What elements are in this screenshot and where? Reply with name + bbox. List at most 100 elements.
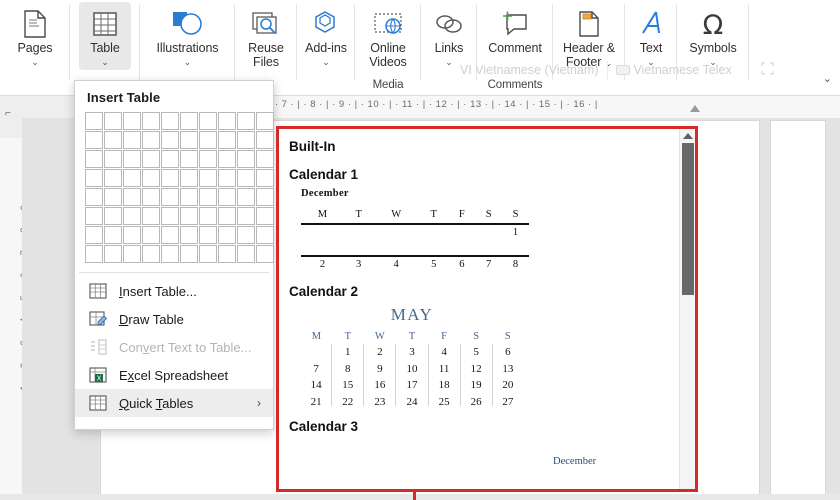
table-grid-cell[interactable] xyxy=(104,245,122,263)
chevron-down-icon[interactable]: ⌄ xyxy=(101,57,109,67)
table-grid-cell[interactable] xyxy=(199,188,217,206)
collapse-ribbon-button[interactable]: ⌄ xyxy=(823,72,832,85)
table-grid-cell[interactable] xyxy=(237,150,255,168)
calendar2-preview[interactable]: MAY MTWTFSS 1 2 3 4 5 6 7 8 9 10 11 12 13 14 15 16 17 18 1… xyxy=(301,305,679,406)
table-grid-cell[interactable] xyxy=(180,207,198,225)
table-grid-cell[interactable] xyxy=(123,150,141,168)
table-grid-cell[interactable] xyxy=(142,131,160,149)
table-grid-cell[interactable] xyxy=(123,131,141,149)
symbols-button[interactable]: Ω Symbols ⌄ xyxy=(683,2,742,70)
table-grid-cell[interactable] xyxy=(237,207,255,225)
chevron-down-icon[interactable]: ⌄ xyxy=(445,57,453,67)
table-grid-cell[interactable] xyxy=(85,207,103,225)
table-grid-cell[interactable] xyxy=(142,188,160,206)
table-grid-cell[interactable] xyxy=(256,131,274,149)
menu-item-draw-table[interactable]: Draw Table xyxy=(75,305,273,333)
table-grid-cell[interactable] xyxy=(199,245,217,263)
table-grid-cell[interactable] xyxy=(218,226,236,244)
table-grid-cell[interactable] xyxy=(199,169,217,187)
table-grid-cell[interactable] xyxy=(85,188,103,206)
table-grid-cell[interactable] xyxy=(256,207,274,225)
table-grid-cell[interactable] xyxy=(161,112,179,130)
menu-item-insert-table[interactable]: Insert Table... xyxy=(75,277,273,305)
table-grid-cell[interactable] xyxy=(180,169,198,187)
online-videos-button[interactable]: Online Videos xyxy=(355,2,421,72)
table-grid-cell[interactable] xyxy=(104,112,122,130)
table-grid-cell[interactable] xyxy=(123,188,141,206)
chevron-down-icon[interactable]: ⌄ xyxy=(31,57,39,67)
table-grid-cell[interactable] xyxy=(218,245,236,263)
menu-item-excel-spreadsheet[interactable]: X Excel Spreadsheet xyxy=(75,361,273,389)
table-grid-cell[interactable] xyxy=(123,245,141,263)
indent-marker[interactable] xyxy=(690,105,700,112)
table-grid-cell[interactable] xyxy=(180,226,198,244)
table-grid-cell[interactable] xyxy=(218,112,236,130)
menu-item-quick-tables[interactable]: Quick Tables › xyxy=(75,389,273,417)
table-grid-cell[interactable] xyxy=(104,169,122,187)
table-grid-cell[interactable] xyxy=(256,112,274,130)
table-grid-cell[interactable] xyxy=(123,226,141,244)
table-grid-cell[interactable] xyxy=(218,169,236,187)
table-grid-cell[interactable] xyxy=(180,188,198,206)
chevron-down-icon[interactable]: ⌄ xyxy=(184,57,192,67)
reuse-files-button[interactable]: Reuse Files xyxy=(235,2,297,72)
addins-button[interactable]: Add-ins ⌄ xyxy=(299,2,353,70)
chevron-down-icon[interactable]: ⌄ xyxy=(709,57,717,67)
table-grid-cell[interactable] xyxy=(123,169,141,187)
table-grid-cell[interactable] xyxy=(237,226,255,244)
table-grid-cell[interactable] xyxy=(180,245,198,263)
table-grid-cell[interactable] xyxy=(104,188,122,206)
table-grid-cell[interactable] xyxy=(161,150,179,168)
table-grid-cell[interactable] xyxy=(218,188,236,206)
table-grid-cell[interactable] xyxy=(199,112,217,130)
table-grid-cell[interactable] xyxy=(218,131,236,149)
document-page-next[interactable] xyxy=(770,120,826,500)
table-grid-cell[interactable] xyxy=(256,245,274,263)
chevron-down-icon[interactable]: ⌄ xyxy=(322,57,330,67)
table-grid-cell[interactable] xyxy=(237,169,255,187)
table-grid-cell[interactable] xyxy=(237,112,255,130)
table-grid-cell[interactable] xyxy=(142,169,160,187)
calendar1-preview[interactable]: December M T W T F S S 1 2 3 4 5 6 7 8 xyxy=(301,188,679,271)
table-grid-cell[interactable] xyxy=(85,112,103,130)
table-grid-cell[interactable] xyxy=(161,188,179,206)
table-grid-cell[interactable] xyxy=(104,150,122,168)
table-grid-cell[interactable] xyxy=(104,226,122,244)
vertical-ruler[interactable]: · · 1 · · 2 · · 3 · · 4 · · 5 · · 6 · · … xyxy=(0,118,22,500)
table-grid-cell[interactable] xyxy=(85,226,103,244)
comment-button[interactable]: Comment xyxy=(482,2,547,59)
table-grid-cell[interactable] xyxy=(218,207,236,225)
table-grid-cell[interactable] xyxy=(180,150,198,168)
table-grid-cell[interactable] xyxy=(85,169,103,187)
table-grid-cell[interactable] xyxy=(161,207,179,225)
table-grid-cell[interactable] xyxy=(237,245,255,263)
table-grid-cell[interactable] xyxy=(256,226,274,244)
table-grid-cell[interactable] xyxy=(199,226,217,244)
illustrations-button[interactable]: Illustrations ⌄ xyxy=(151,2,225,70)
table-grid-cell[interactable] xyxy=(104,207,122,225)
table-grid-cell[interactable] xyxy=(237,131,255,149)
pages-button[interactable]: Pages ⌄ xyxy=(9,2,61,70)
table-grid-cell[interactable] xyxy=(161,245,179,263)
chevron-down-icon[interactable]: ⌄ xyxy=(647,57,655,67)
scrollbar-thumb[interactable] xyxy=(682,143,694,295)
table-grid-cell[interactable] xyxy=(161,169,179,187)
table-grid-cell[interactable] xyxy=(142,226,160,244)
table-grid-cell[interactable] xyxy=(256,169,274,187)
table-grid-cell[interactable] xyxy=(85,245,103,263)
table-grid-cell[interactable] xyxy=(85,150,103,168)
table-grid-cell[interactable] xyxy=(142,245,160,263)
table-grid-cell[interactable] xyxy=(199,131,217,149)
table-grid-cell[interactable] xyxy=(161,226,179,244)
gallery-scrollbar[interactable] xyxy=(679,129,695,489)
table-grid-cell[interactable] xyxy=(199,207,217,225)
table-button[interactable]: Table ⌄ xyxy=(79,2,131,70)
table-grid-cell[interactable] xyxy=(85,131,103,149)
table-grid-cell[interactable] xyxy=(218,150,236,168)
table-grid-cell[interactable] xyxy=(237,188,255,206)
table-grid-cell[interactable] xyxy=(123,207,141,225)
table-grid-cell[interactable] xyxy=(123,112,141,130)
table-grid-cell[interactable] xyxy=(256,150,274,168)
chevron-down-icon[interactable]: ⌄ xyxy=(605,58,613,68)
table-size-grid[interactable] xyxy=(75,112,274,263)
